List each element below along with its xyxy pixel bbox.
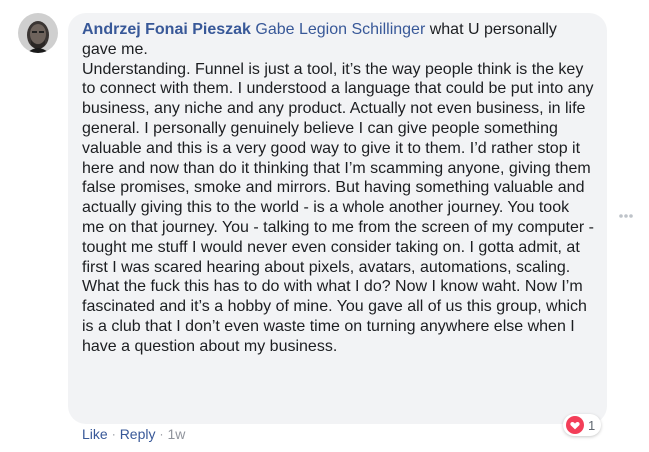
comment-actions: Like · Reply · 1w xyxy=(82,426,185,442)
heart-reaction-icon xyxy=(566,416,584,434)
reply-button[interactable]: Reply xyxy=(120,426,156,442)
comment-text: what U personally gave me. Understanding… xyxy=(82,21,594,355)
mention-link[interactable]: Gabe Legion Schillinger xyxy=(255,21,425,38)
comment-bubble: Andrzej Fonai Pieszak Gabe Legion Schill… xyxy=(68,13,607,424)
action-separator: · xyxy=(159,427,164,441)
reaction-count: 1 xyxy=(588,417,596,433)
comment-timestamp[interactable]: 1w xyxy=(167,426,185,442)
more-options-icon[interactable] xyxy=(616,208,636,224)
author-avatar[interactable] xyxy=(18,13,58,53)
reaction-summary[interactable]: 1 xyxy=(563,414,602,436)
action-separator: · xyxy=(111,427,116,441)
like-button[interactable]: Like xyxy=(82,426,108,442)
comment-author-link[interactable]: Andrzej Fonai Pieszak xyxy=(82,21,251,38)
avatar-image xyxy=(18,13,58,53)
comment-body: Andrzej Fonai Pieszak Gabe Legion Schill… xyxy=(82,20,595,357)
